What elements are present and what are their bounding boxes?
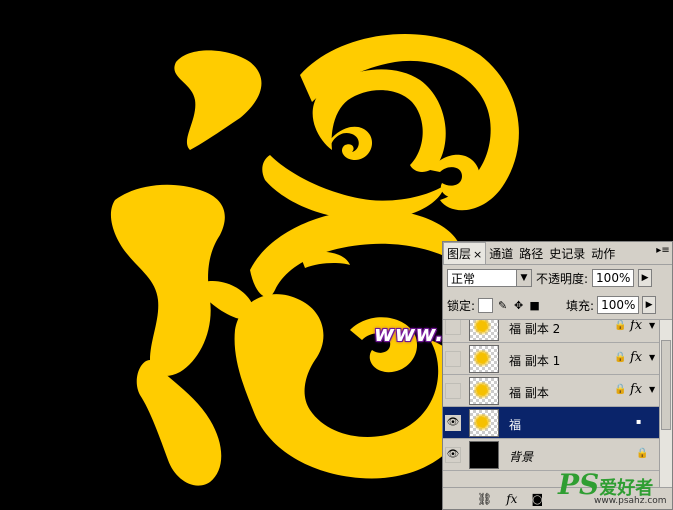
lock-transparency-icon[interactable]	[478, 297, 494, 313]
opacity-input[interactable]: 100%	[592, 269, 635, 287]
layer-row-fu-copy[interactable]: 福 副本 🔒 fx ▼	[443, 375, 661, 407]
tab-paths[interactable]: 路径	[516, 243, 546, 264]
visibility-toggle[interactable]	[445, 351, 461, 367]
fx-icon[interactable]: fx	[630, 320, 642, 333]
glyph-stroke-left	[110, 184, 225, 376]
layer-thumbnail	[469, 345, 499, 373]
tab-channels[interactable]: 通道	[486, 243, 516, 264]
layer-name: 福	[509, 418, 522, 432]
scrollbar-thumb[interactable]	[661, 340, 671, 430]
glyph-stroke-ear	[330, 126, 373, 160]
layer-name: 福 副本 2	[509, 322, 561, 336]
layer-mask-icon: ▪	[636, 417, 642, 426]
lock-brush-icon[interactable]: ✎	[496, 299, 509, 312]
layer-thumbnail	[469, 320, 499, 341]
panel-menu-icon[interactable]: ▸≡	[656, 245, 670, 257]
blend-row: 正常 ▼ 不透明度: 100% ▶	[443, 265, 672, 291]
lock-icon: 🔒	[614, 320, 627, 331]
layer-name: 背景	[509, 450, 534, 464]
lock-icon: 🔒	[636, 448, 649, 459]
tab-actions[interactable]: 动作	[588, 243, 618, 264]
link-icon[interactable]: ⛓	[477, 492, 492, 506]
logo-url: www.psahz.com	[594, 496, 667, 506]
glyph-stroke-dot	[174, 50, 262, 150]
add-mask-icon[interactable]: ◙	[531, 492, 543, 506]
glyph-stroke-ring	[250, 209, 462, 298]
eye-icon[interactable]: 👁	[445, 447, 461, 463]
layer-thumbnail	[469, 409, 499, 437]
add-style-fx-icon[interactable]: fx	[506, 492, 517, 506]
tab-layers[interactable]: 图层 ×	[443, 242, 487, 264]
opacity-slider-button[interactable]: ▶	[638, 269, 653, 287]
blend-mode-value: 正常	[451, 271, 476, 286]
fx-icon[interactable]: fx	[630, 382, 642, 397]
visibility-toggle[interactable]	[445, 320, 461, 335]
expand-triangle-icon[interactable]: ▼	[649, 385, 655, 394]
layer-name: 福 副本 1	[509, 354, 561, 368]
chevron-down-icon: ▼	[516, 270, 531, 286]
lock-label: 锁定:	[447, 298, 476, 313]
layer-thumbnail	[469, 377, 499, 405]
blend-mode-select[interactable]: 正常 ▼	[447, 269, 532, 287]
layer-list-scrollbar[interactable]	[659, 320, 672, 488]
layer-row-background[interactable]: 👁 背景 🔒	[443, 439, 661, 471]
expand-triangle-icon[interactable]: ▼	[649, 353, 655, 362]
glyph-stroke-tail	[300, 251, 350, 268]
layer-row-fu-copy-2[interactable]: 福 副本 2 🔒 fx ▼	[443, 320, 661, 343]
layer-row-fu[interactable]: 👁 福 ▪	[443, 407, 661, 439]
eye-icon[interactable]: 👁	[445, 415, 461, 431]
layer-name: 福 副本	[509, 386, 549, 400]
lock-icon: 🔒	[614, 352, 627, 363]
tab-history[interactable]: 史记录	[546, 243, 588, 264]
lock-row: 锁定: ✎ ✥ ■ 填充: 100% ▶	[443, 291, 672, 320]
layer-row-fu-copy-1[interactable]: 福 副本 1 🔒 fx ▼	[443, 343, 661, 375]
layer-thumbnail	[469, 441, 499, 469]
panel-tabs: 图层 × 通道 路径 史记录 动作 ▸≡	[443, 242, 672, 265]
layer-list: 福 副本 2 🔒 fx ▼ 福 副本 1 🔒 fx ▼ 福 副本 🔒 fx ▼ …	[443, 320, 661, 488]
opacity-label: 不透明度:	[536, 271, 589, 286]
fill-slider-button[interactable]: ▶	[642, 296, 657, 314]
glyph-stroke-face	[312, 69, 446, 172]
close-icon[interactable]: ×	[473, 248, 482, 261]
lock-move-icon[interactable]: ✥	[512, 299, 525, 312]
fx-icon[interactable]: fx	[630, 350, 642, 365]
lock-icon: 🔒	[614, 384, 627, 395]
fill-label: 填充:	[566, 298, 595, 313]
visibility-toggle[interactable]	[445, 383, 461, 399]
glyph-stroke-left-lower	[136, 360, 222, 486]
fill-input[interactable]: 100%	[597, 296, 640, 314]
lock-all-icon[interactable]: ■	[528, 299, 541, 312]
site-logo: PS爱好者 www.psahz.com	[558, 468, 667, 506]
expand-triangle-icon[interactable]: ▼	[649, 321, 655, 330]
